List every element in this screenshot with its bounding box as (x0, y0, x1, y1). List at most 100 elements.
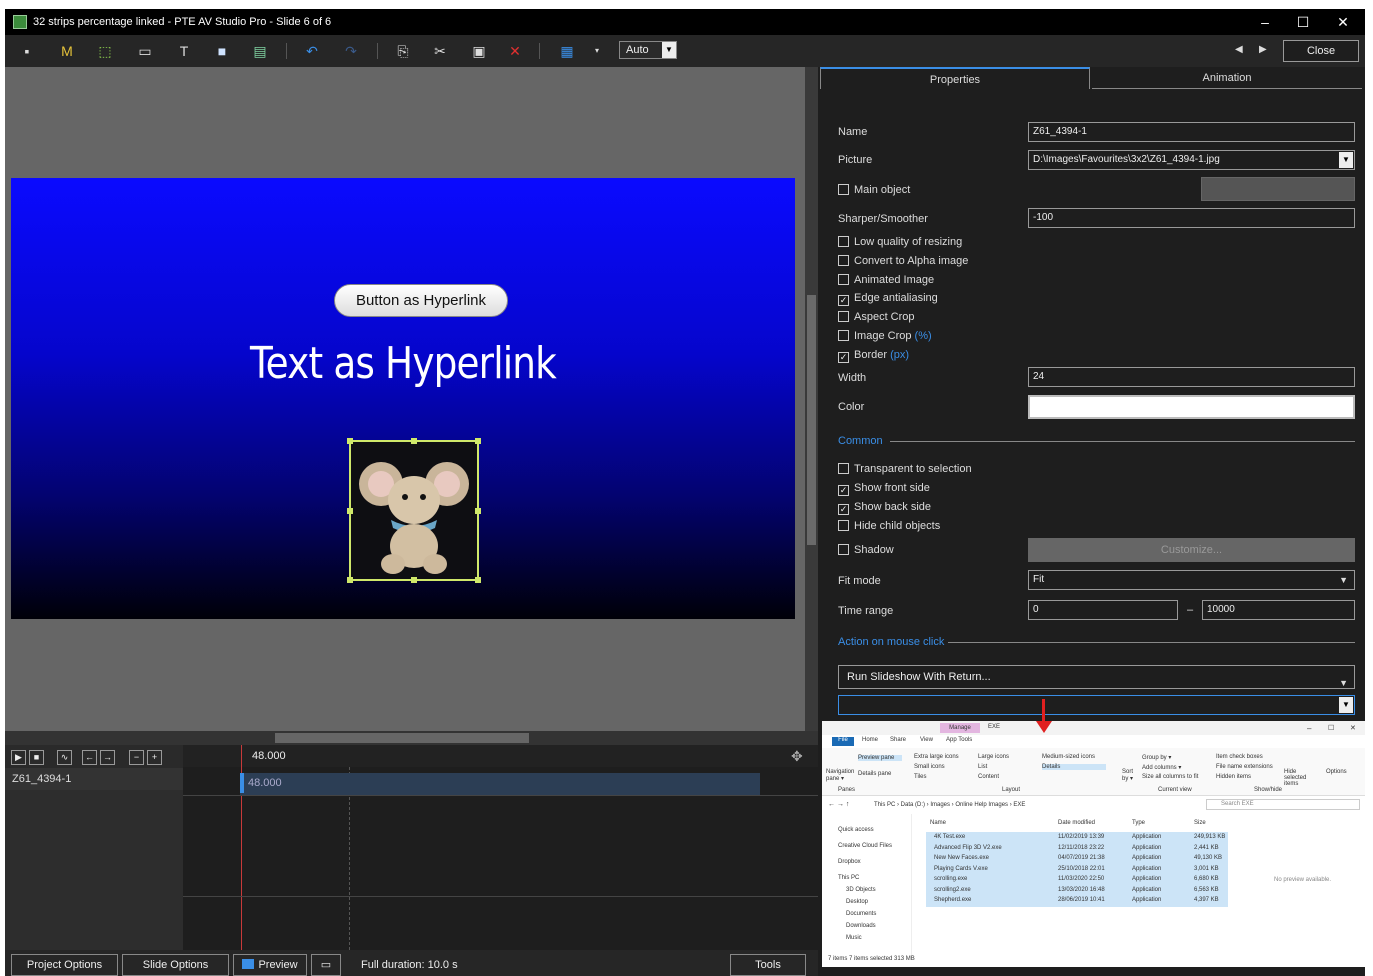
layout-item: Small icons (914, 764, 945, 770)
screen-icon: ▭ (320, 959, 332, 971)
zoom-select[interactable]: Auto ▼ (619, 41, 677, 59)
edge-antialiasing-checkbox[interactable]: ✓ Edge antialiasing (838, 291, 938, 307)
resize-handle[interactable] (475, 577, 481, 583)
action-select[interactable]: Run Slideshow With Return... ▼ (838, 665, 1355, 689)
nav-item: Creative Cloud Files (838, 843, 893, 849)
zoom-in-icon[interactable]: + (147, 750, 162, 765)
grid-dropdown-icon[interactable]: ▾ (587, 42, 607, 60)
preview-area[interactable]: Button as Hyperlink Text as Hyperlink (5, 67, 805, 731)
color-swatch[interactable] (1028, 395, 1355, 419)
home-tab: Home (862, 737, 879, 743)
delete-icon[interactable]: ✕ (505, 42, 525, 60)
maximize-icon[interactable]: ☐ (1288, 12, 1318, 32)
color-label: Color (838, 401, 865, 413)
status-bar: 7 items 7 items selected 313 MB (828, 956, 915, 962)
action-target-select[interactable]: ▼ (838, 695, 1355, 715)
camera-icon[interactable]: ▪ (17, 42, 37, 60)
animated-checkbox[interactable]: Animated Image (838, 273, 934, 289)
fit-mode-select[interactable]: Fit ▼ (1028, 570, 1355, 590)
column-header: Date modified (1058, 820, 1096, 826)
layout-item: Tiles (914, 774, 927, 780)
width-field[interactable]: 24 (1028, 367, 1355, 387)
transparent-checkbox[interactable]: Transparent to selection (838, 462, 972, 478)
low-quality-checkbox[interactable]: Low quality of resizing (838, 235, 962, 251)
slide-preview-button[interactable]: ▭ (311, 954, 341, 976)
picture-select[interactable]: D:\Images\Favourites\3x2\Z61_4394-1.jpg ▼ (1028, 150, 1355, 170)
resize-handle[interactable] (347, 577, 353, 583)
time-to-field[interactable]: 10000 (1202, 600, 1355, 620)
mask-icon[interactable]: M (57, 42, 77, 60)
customize-button[interactable]: Customize... (1028, 538, 1355, 562)
image-crop-checkbox[interactable]: Image Crop (%) (838, 329, 932, 345)
zoom-out-icon[interactable]: − (129, 750, 144, 765)
preview-vertical-scrollbar[interactable] (805, 67, 818, 731)
redo-icon[interactable]: ↷ (341, 42, 361, 60)
layout-item: Extra large icons (914, 754, 959, 760)
text-icon[interactable]: T (174, 42, 194, 60)
scroll-thumb[interactable] (275, 733, 529, 743)
resize-handle[interactable] (347, 508, 353, 514)
hyperlink-text[interactable]: Text as Hyperlink (70, 338, 736, 389)
back-side-checkbox[interactable]: ✓ Show back side (838, 500, 931, 516)
scroll-thumb[interactable] (807, 295, 816, 545)
preview-button[interactable]: Preview (233, 954, 307, 976)
close-window-icon[interactable]: ✕ (1328, 12, 1358, 32)
move-icon[interactable]: ✥ (791, 748, 803, 765)
time-from-field[interactable]: 0 (1028, 600, 1178, 620)
group-label: Panes (838, 787, 856, 793)
arrow-left-icon[interactable]: ← (82, 750, 97, 765)
front-side-checkbox[interactable]: ✓ Show front side (838, 481, 930, 497)
resize-handle[interactable] (475, 438, 481, 444)
resize-handle[interactable] (347, 438, 353, 444)
cut-icon[interactable]: ✂ (430, 42, 450, 60)
file-size: 6,563 KB (1194, 886, 1219, 893)
preview-horizontal-scrollbar[interactable] (5, 731, 818, 745)
button-icon[interactable]: ▭ (135, 42, 155, 60)
grid-icon[interactable]: ▦ (557, 42, 577, 60)
details-pane: Details pane (858, 771, 892, 777)
hyperlink-button[interactable]: Button as Hyperlink (334, 284, 508, 317)
arrow-right-icon[interactable]: → (100, 750, 115, 765)
tools-button[interactable]: Tools (730, 954, 806, 976)
slide-stage[interactable]: Button as Hyperlink Text as Hyperlink (11, 178, 795, 619)
tab-properties[interactable]: Properties (820, 67, 1090, 89)
minimize-icon: – (1307, 724, 1312, 733)
chevron-down-icon: ▼ (1339, 678, 1348, 688)
shadow-checkbox[interactable]: Shadow (838, 543, 894, 559)
file-type: Application (1132, 886, 1162, 893)
waveform-icon[interactable]: ∿ (57, 750, 72, 765)
copy-icon[interactable]: ⎘ (393, 42, 413, 60)
frame-icon[interactable]: ⬚ (95, 42, 115, 60)
undo-icon[interactable]: ↶ (302, 42, 322, 60)
stop-icon[interactable]: ■ (29, 750, 44, 765)
prev-slide-icon[interactable]: ◀ (1235, 44, 1243, 55)
resize-handle[interactable] (475, 508, 481, 514)
timeline-track-area[interactable]: 48.000 48.000 ✥ (183, 745, 818, 950)
mouse-toy-image (359, 462, 469, 574)
selected-picture-object[interactable] (347, 438, 481, 583)
alpha-checkbox[interactable]: Convert to Alpha image (838, 254, 968, 270)
close-button[interactable]: Close (1283, 40, 1359, 62)
border-checkbox[interactable]: ✓ Border (px) (838, 348, 909, 364)
play-icon[interactable]: ▶ (11, 750, 26, 765)
file-name: Playing Cards V.exe (934, 865, 988, 872)
object-row[interactable]: Z61_4394-1 (5, 768, 183, 790)
sharper-field[interactable]: -100 (1028, 208, 1355, 228)
slide-options-button[interactable]: Slide Options (122, 954, 229, 976)
tab-animation[interactable]: Animation (1092, 67, 1362, 89)
next-slide-icon[interactable]: ▶ (1259, 44, 1267, 55)
hide-child-checkbox[interactable]: Hide child objects (838, 519, 940, 535)
project-options-button[interactable]: Project Options (11, 954, 118, 976)
object-track-bar[interactable]: 48.000 (240, 773, 760, 795)
image-icon[interactable]: ▤ (250, 42, 270, 60)
aspect-crop-checkbox[interactable]: Aspect Crop (838, 310, 915, 326)
rectangle-icon[interactable]: ■ (212, 42, 232, 60)
resize-handle[interactable] (411, 577, 417, 583)
main-object-checkbox[interactable]: Main object (838, 183, 910, 199)
minimize-icon[interactable]: – (1250, 12, 1280, 32)
paste-icon[interactable]: ▣ (469, 42, 489, 60)
common-section: Common (838, 435, 883, 447)
resize-handle[interactable] (411, 438, 417, 444)
main-object-button[interactable] (1201, 177, 1355, 201)
name-field[interactable]: Z61_4394-1 (1028, 122, 1355, 142)
